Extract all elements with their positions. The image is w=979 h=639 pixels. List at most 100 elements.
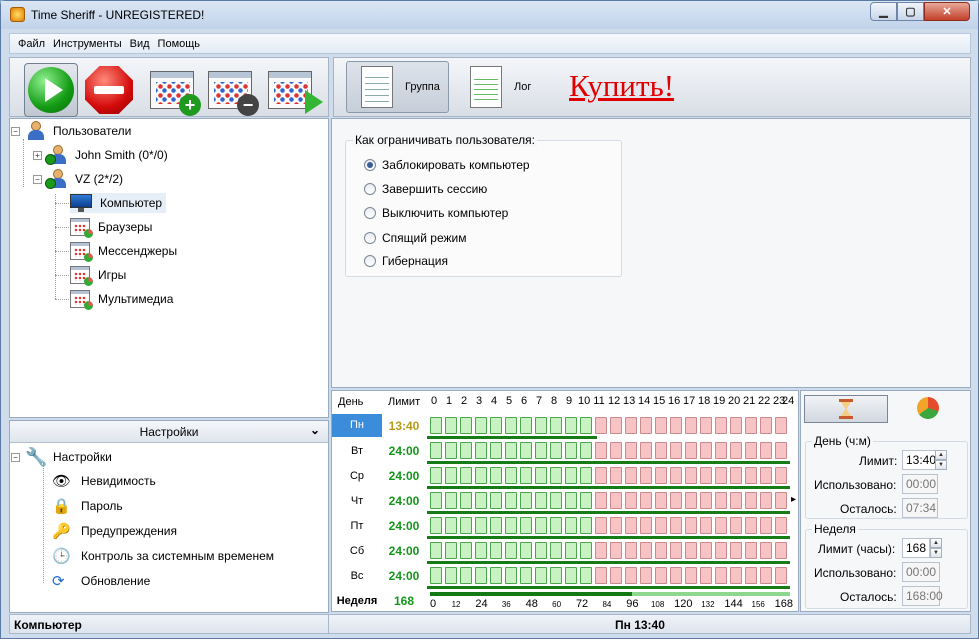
hour-cell[interactable] <box>505 417 517 434</box>
hour-cell[interactable] <box>655 417 667 434</box>
day-label[interactable]: Вс <box>332 570 382 582</box>
hour-cell[interactable] <box>715 467 727 484</box>
hour-cell[interactable] <box>475 467 487 484</box>
week-limit[interactable]: 168 <box>382 594 426 608</box>
hour-cell[interactable] <box>685 517 697 534</box>
day-label[interactable]: Вт <box>332 445 382 457</box>
hour-cell[interactable] <box>460 467 472 484</box>
buy-link[interactable]: Купить! <box>569 68 674 104</box>
spin-down-icon[interactable]: ▼ <box>935 460 947 470</box>
hour-cell[interactable] <box>490 467 502 484</box>
hour-cell[interactable] <box>715 442 727 459</box>
hour-cell[interactable] <box>655 567 667 584</box>
hour-cell[interactable] <box>430 517 442 534</box>
spin-down-icon[interactable]: ▼ <box>930 548 942 558</box>
hour-cell[interactable] <box>625 542 637 559</box>
hour-cell[interactable] <box>745 542 757 559</box>
day-limit[interactable]: 24:00 <box>382 469 426 483</box>
hour-cell[interactable] <box>505 517 517 534</box>
hour-cell[interactable] <box>715 417 727 434</box>
hour-cell[interactable] <box>565 517 577 534</box>
radio-logoff[interactable]: Завершить сессию <box>364 182 487 196</box>
hour-cell[interactable] <box>430 467 442 484</box>
hour-cell[interactable] <box>490 517 502 534</box>
hour-cell[interactable] <box>565 492 577 509</box>
day-limit[interactable]: 24:00 <box>382 444 426 458</box>
stop-button[interactable] <box>82 63 136 117</box>
hour-cell[interactable] <box>655 517 667 534</box>
hour-cell[interactable] <box>580 492 592 509</box>
hour-cell[interactable] <box>625 517 637 534</box>
hour-cell[interactable] <box>670 517 682 534</box>
tree-item-computer[interactable]: Компьютер <box>70 193 167 213</box>
hour-cell[interactable] <box>550 492 562 509</box>
hour-cell[interactable] <box>520 567 532 584</box>
hour-cell[interactable] <box>745 517 757 534</box>
hour-cell[interactable] <box>460 517 472 534</box>
day-limit-field[interactable]: 13:40 <box>902 450 936 470</box>
hour-cell[interactable] <box>730 567 742 584</box>
settings-invisibility[interactable]: 👁 Невидимость <box>52 471 156 491</box>
hour-cell[interactable] <box>760 442 772 459</box>
hour-cell[interactable] <box>595 567 607 584</box>
hour-cell[interactable] <box>505 442 517 459</box>
hour-cell[interactable] <box>610 442 622 459</box>
hour-cell[interactable] <box>685 442 697 459</box>
hour-cell[interactable] <box>595 492 607 509</box>
hour-cell[interactable] <box>655 542 667 559</box>
hour-cell[interactable] <box>535 467 547 484</box>
hour-cell[interactable] <box>520 517 532 534</box>
chevron-down-icon[interactable]: ⌄ <box>310 423 320 437</box>
hour-cell[interactable] <box>505 492 517 509</box>
hour-cell[interactable] <box>445 417 457 434</box>
hour-cell[interactable] <box>505 542 517 559</box>
close-button[interactable]: ✕ <box>924 2 970 21</box>
hour-cell[interactable] <box>580 467 592 484</box>
hour-cell[interactable] <box>730 542 742 559</box>
hour-cell[interactable] <box>460 442 472 459</box>
hour-cell[interactable] <box>565 467 577 484</box>
hour-cell[interactable] <box>775 542 787 559</box>
settings-update[interactable]: ⟳ Обновление <box>52 571 150 591</box>
hour-cell[interactable] <box>685 467 697 484</box>
hour-cell[interactable] <box>430 567 442 584</box>
day-limit[interactable]: 24:00 <box>382 494 426 508</box>
hour-cell[interactable] <box>715 517 727 534</box>
tree-item-browsers[interactable]: Браузеры <box>70 217 152 238</box>
chart-icon[interactable] <box>917 397 939 419</box>
hour-cell[interactable] <box>580 417 592 434</box>
hour-cell[interactable] <box>640 517 652 534</box>
hour-cell[interactable] <box>745 467 757 484</box>
day-label[interactable]: Чт <box>332 495 382 507</box>
hour-cell[interactable] <box>775 417 787 434</box>
hour-cell[interactable] <box>475 492 487 509</box>
hour-cell[interactable] <box>700 417 712 434</box>
hour-cell[interactable] <box>715 492 727 509</box>
move-panel-button[interactable] <box>262 66 323 114</box>
hour-cell[interactable] <box>535 442 547 459</box>
settings-warnings[interactable]: 🔑 Предупреждения <box>52 521 177 541</box>
tree-user-vz[interactable]: − VZ (2*/2) <box>33 169 123 189</box>
hour-cell[interactable] <box>655 442 667 459</box>
hour-cell[interactable] <box>475 417 487 434</box>
collapse-icon[interactable]: − <box>33 174 42 184</box>
hour-cell[interactable] <box>685 567 697 584</box>
hour-cell[interactable] <box>535 492 547 509</box>
tree-root-users[interactable]: − Пользователи <box>11 121 131 141</box>
hour-cell[interactable] <box>625 417 637 434</box>
hour-cell[interactable] <box>760 467 772 484</box>
hour-cell[interactable] <box>700 542 712 559</box>
hour-cell[interactable] <box>520 442 532 459</box>
hour-cell[interactable] <box>490 442 502 459</box>
hour-cell[interactable] <box>520 542 532 559</box>
collapse-icon[interactable]: − <box>11 126 20 136</box>
hour-cell[interactable] <box>730 517 742 534</box>
hour-cell[interactable] <box>430 417 442 434</box>
hour-cell[interactable] <box>565 417 577 434</box>
hour-cell[interactable] <box>640 567 652 584</box>
hour-cell[interactable] <box>460 492 472 509</box>
hour-cell[interactable] <box>490 542 502 559</box>
hour-cell[interactable] <box>640 467 652 484</box>
hour-cell[interactable] <box>700 492 712 509</box>
menu-view[interactable]: Вид <box>130 38 150 50</box>
